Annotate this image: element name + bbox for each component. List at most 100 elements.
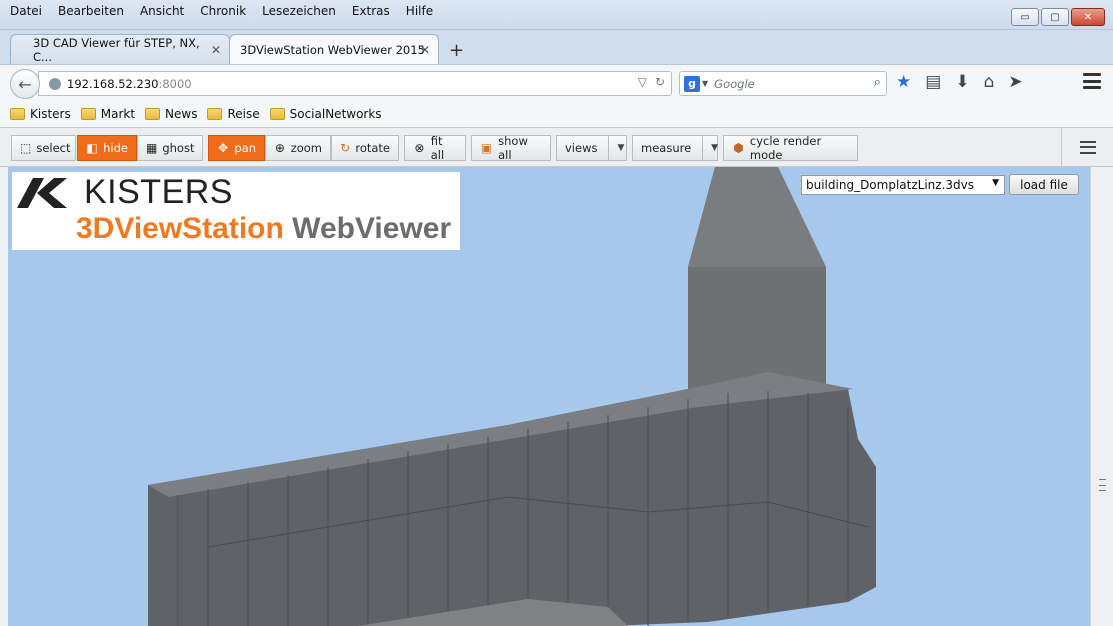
menu-datei[interactable]: Datei	[8, 3, 44, 19]
folder-icon	[207, 107, 223, 120]
menu-bar: Datei Bearbeiten Ansicht Chronik Lesezei…	[8, 3, 435, 19]
fit-all-label: fit all	[430, 134, 445, 162]
menu-icon	[1079, 140, 1096, 154]
search-icon[interactable]: ⌕	[874, 75, 881, 90]
bookmark-star-icon[interactable]: ★	[896, 72, 911, 92]
navigation-bar: 192.168.52.230:8000 ▽ ↻ ← g ▼ ⌕ ★ ▤ ⬇ ⌂ …	[0, 64, 1113, 100]
load-file-button[interactable]: load file	[1009, 174, 1079, 195]
back-button[interactable]: ←	[10, 69, 40, 99]
pan-icon: ✥	[218, 141, 229, 155]
bookmark-kisters[interactable]: Kisters	[10, 107, 71, 121]
nav-icons: ★ ▤ ⬇ ⌂ ➤	[896, 72, 1023, 92]
bookmarks-bar: Kisters Markt News Reise SocialNetworks	[0, 100, 1113, 128]
fit-all-button[interactable]: ⊗ fit all	[404, 134, 466, 162]
fit-all-icon: ⊗	[414, 141, 425, 155]
hide-button[interactable]: ◧ hide	[77, 135, 137, 161]
close-window-button[interactable]: ✕	[1071, 8, 1105, 26]
viewer-toolbar: ⬚ select ◧ hide ▦ ghost ✥ pan ⊕ zoom ↻ rotate …	[0, 128, 1113, 167]
zoom-button[interactable]: ⊕ zoom	[265, 135, 331, 161]
menu-bearbeiten[interactable]: Bearbeiten	[56, 3, 126, 19]
maximize-button[interactable]: ▢	[1041, 8, 1069, 26]
menu-lesezeichen[interactable]: Lesezeichen	[260, 3, 338, 19]
chevron-down-icon[interactable]: ▼	[702, 79, 708, 88]
product-name: 3DViewStation WebViewer	[76, 212, 451, 246]
zoom-icon: ⊕	[274, 141, 285, 155]
search-box[interactable]: g ▼ ⌕	[679, 71, 887, 96]
bookmark-label: Markt	[100, 106, 136, 121]
chevron-down-icon[interactable]: ▼	[992, 178, 999, 188]
ghost-button[interactable]: ▦ ghost	[137, 135, 203, 161]
tab-label: 3D CAD Viewer für STEP, NX, C...	[33, 35, 200, 64]
3d-viewport[interactable]: KISTERS 3DViewStation WebViewer building…	[8, 167, 1090, 626]
download-icon[interactable]: ⬇	[955, 72, 969, 92]
tab-label: 3DViewStation WebViewer 2015	[240, 42, 425, 57]
browser-menu-icon[interactable]	[1083, 73, 1101, 89]
chevron-down-icon[interactable]: ▼	[702, 136, 718, 160]
hide-label: hide	[103, 141, 128, 155]
url-port: :8000	[158, 76, 192, 91]
close-tab-icon[interactable]: ✕	[211, 43, 221, 57]
folder-icon	[80, 107, 96, 120]
pan-button[interactable]: ✥ pan	[208, 135, 265, 161]
viewer-left-border	[0, 167, 8, 626]
url-bar[interactable]: 192.168.52.230:8000 ▽ ↻	[38, 71, 672, 96]
viewer-menu-button[interactable]	[1061, 128, 1113, 166]
clipboard-icon[interactable]: ▤	[925, 72, 941, 92]
close-tab-icon[interactable]: ✕	[420, 43, 430, 57]
cycle-render-mode-label: cycle render mode	[749, 134, 822, 162]
measure-label: measure	[641, 141, 692, 155]
bookmark-reise[interactable]: Reise	[207, 106, 260, 121]
folder-icon	[10, 107, 25, 120]
show-all-button[interactable]: ▣ show all	[471, 134, 551, 162]
reload-icon[interactable]: ↻	[655, 75, 665, 89]
search-input[interactable]	[714, 76, 865, 91]
vertical-scrollbar[interactable]	[1090, 167, 1113, 626]
file-select[interactable]: building_DomplatzLinz.3dvs ▼	[801, 175, 1005, 195]
minimize-button[interactable]: ▭	[1011, 8, 1039, 26]
arrow-left-icon: ←	[18, 74, 32, 94]
cube-icon: ⬢	[733, 141, 744, 155]
dropdown-arrow-icon[interactable]: ▽	[638, 75, 647, 89]
menu-extras[interactable]: Extras	[350, 3, 392, 19]
menu-chronik[interactable]: Chronik	[198, 3, 248, 19]
bookmark-label: SocialNetworks	[289, 106, 382, 121]
select-button[interactable]: ⬚ select	[11, 135, 76, 161]
tab-3d-cad-viewer[interactable]: 3D CAD Viewer für STEP, NX, C... ✕	[10, 34, 230, 64]
chevron-down-icon[interactable]: ▼	[608, 136, 624, 160]
pan-label: pan	[234, 141, 256, 155]
product-name-part1: 3DViewStation	[76, 212, 284, 245]
window-controls: ▭ ▢ ✕	[1011, 8, 1105, 26]
folder-icon	[269, 107, 285, 120]
bookmark-label: Reise	[227, 106, 260, 121]
brand-name: KISTERS	[84, 173, 233, 211]
bookmark-news[interactable]: News	[145, 107, 197, 121]
tab-bar: 3D CAD Viewer für STEP, NX, C... ✕ 3DVie…	[0, 30, 1113, 64]
folder-icon	[145, 107, 161, 120]
show-all-label: show all	[498, 134, 528, 162]
home-icon[interactable]: ⌂	[984, 72, 995, 92]
tab-3dviewstation[interactable]: 3DViewStation WebViewer 2015 ✕	[229, 34, 439, 64]
show-all-icon: ▣	[480, 141, 493, 155]
measure-dropdown[interactable]: measure ▼	[632, 135, 718, 161]
new-tab-button[interactable]: +	[449, 40, 464, 61]
views-label: views	[565, 141, 598, 155]
url-host: 192.168.52.230	[67, 76, 159, 91]
file-select-value: building_DomplatzLinz.3dvs	[806, 178, 974, 192]
ghost-icon: ▦	[146, 141, 158, 155]
bookmark-socialnetworks[interactable]: SocialNetworks	[269, 106, 382, 121]
select-label: select	[36, 141, 71, 155]
views-dropdown[interactable]: views ▼	[556, 135, 627, 161]
scrollbar-grip-icon[interactable]	[1099, 479, 1106, 491]
ghost-label: ghost	[162, 141, 195, 155]
google-icon[interactable]: g	[684, 75, 700, 92]
menu-hilfe[interactable]: Hilfe	[404, 3, 435, 19]
kisters-k-mark-icon	[17, 178, 67, 208]
menu-ansicht[interactable]: Ansicht	[138, 3, 186, 19]
bookmark-label: Kisters	[30, 106, 71, 121]
cycle-render-mode-button[interactable]: ⬢ cycle render mode	[723, 134, 858, 162]
rotate-icon: ↻	[340, 141, 351, 155]
rotate-button[interactable]: ↻ rotate	[331, 135, 399, 161]
bookmark-markt[interactable]: Markt	[80, 106, 136, 121]
send-icon[interactable]: ➤	[1008, 72, 1022, 92]
zoom-label: zoom	[290, 141, 322, 155]
